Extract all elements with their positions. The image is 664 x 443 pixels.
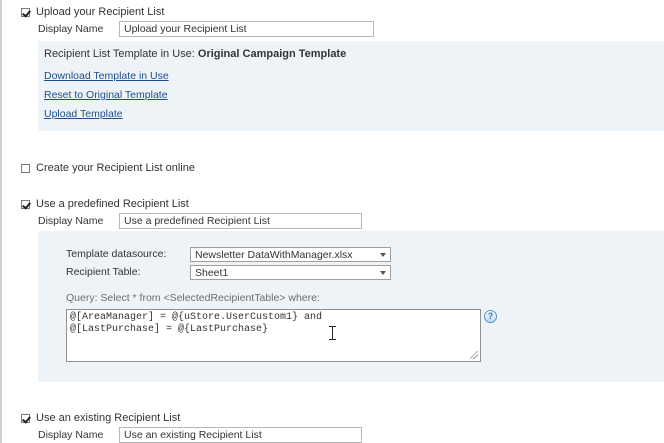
predefined-checkbox[interactable] (21, 199, 30, 209)
upload-checkbox[interactable] (21, 7, 30, 17)
upload-template-panel: Recipient List Template in Use: Original… (38, 41, 664, 131)
upload-header-label: Upload your Recipient List (36, 6, 165, 18)
upload-section-header: Upload your Recipient List (21, 6, 164, 18)
predefined-section-header: Use a predefined Recipient List (21, 198, 189, 210)
template-datasource-value: Newsletter DataWithManager.xlsx (195, 248, 353, 261)
template-datasource-select[interactable]: Newsletter DataWithManager.xlsx (190, 247, 391, 262)
predefined-display-name-row: Display Name Use a predefined Recipient … (38, 213, 362, 229)
predefined-display-name-input[interactable]: Use a predefined Recipient List (119, 213, 362, 229)
predefined-options-panel: Template datasource: Newsletter DataWith… (38, 231, 664, 382)
recipient-table-select[interactable]: Sheet1 (190, 265, 391, 280)
text-cursor-icon (329, 326, 337, 340)
left-rail (0, 0, 2, 443)
existing-header-label: Use an existing Recipient List (36, 412, 181, 424)
template-in-use-label: Recipient List Template in Use: (44, 48, 195, 60)
template-in-use-line: Recipient List Template in Use: Original… (44, 48, 346, 60)
query-textarea[interactable]: @[AreaManager] = @{uStore.UserCustom1} a… (66, 309, 481, 362)
recipient-table-chevron-down-icon (380, 270, 386, 275)
download-template-link[interactable]: Download Template in Use (44, 70, 169, 82)
query-label: Query: Select * from <SelectedRecipientT… (66, 292, 320, 304)
resize-grip-icon[interactable] (470, 351, 478, 359)
create-online-checkbox[interactable] (21, 163, 30, 173)
recipient-list-settings-page: Upload your Recipient List Display Name … (0, 0, 664, 443)
create-online-section-header: Create your Recipient List online (21, 162, 195, 174)
recipient-table-value: Sheet1 (195, 266, 229, 279)
existing-display-name-row: Display Name Use an existing Recipient L… (38, 427, 362, 443)
predefined-header-label: Use a predefined Recipient List (36, 198, 189, 210)
upload-display-name-label: Display Name (38, 23, 104, 35)
upload-display-name-input[interactable]: Upload your Recipient List (119, 21, 374, 37)
query-line-1: @[AreaManager] = @{uStore.UserCustom1} a… (70, 312, 323, 323)
template-datasource-chevron-down-icon (380, 252, 386, 257)
query-line-2: @[LastPurchase] = @{LastPurchase} (70, 324, 269, 335)
existing-section-header: Use an existing Recipient List (21, 412, 180, 424)
recipient-table-label: Recipient Table: (66, 266, 141, 278)
help-icon[interactable]: ? (484, 310, 497, 323)
existing-checkbox[interactable] (21, 413, 30, 423)
create-online-header-label: Create your Recipient List online (36, 162, 195, 174)
upload-template-link[interactable]: Upload Template (44, 108, 123, 120)
reset-template-link[interactable]: Reset to Original Template (44, 89, 168, 101)
existing-display-name-label: Display Name (38, 429, 104, 441)
upload-display-name-row: Display Name Upload your Recipient List (38, 21, 374, 37)
predefined-display-name-label: Display Name (38, 215, 104, 227)
template-in-use-value: Original Campaign Template (197, 48, 347, 60)
template-datasource-label: Template datasource: (66, 248, 167, 260)
existing-display-name-input[interactable]: Use an existing Recipient List (119, 427, 362, 443)
